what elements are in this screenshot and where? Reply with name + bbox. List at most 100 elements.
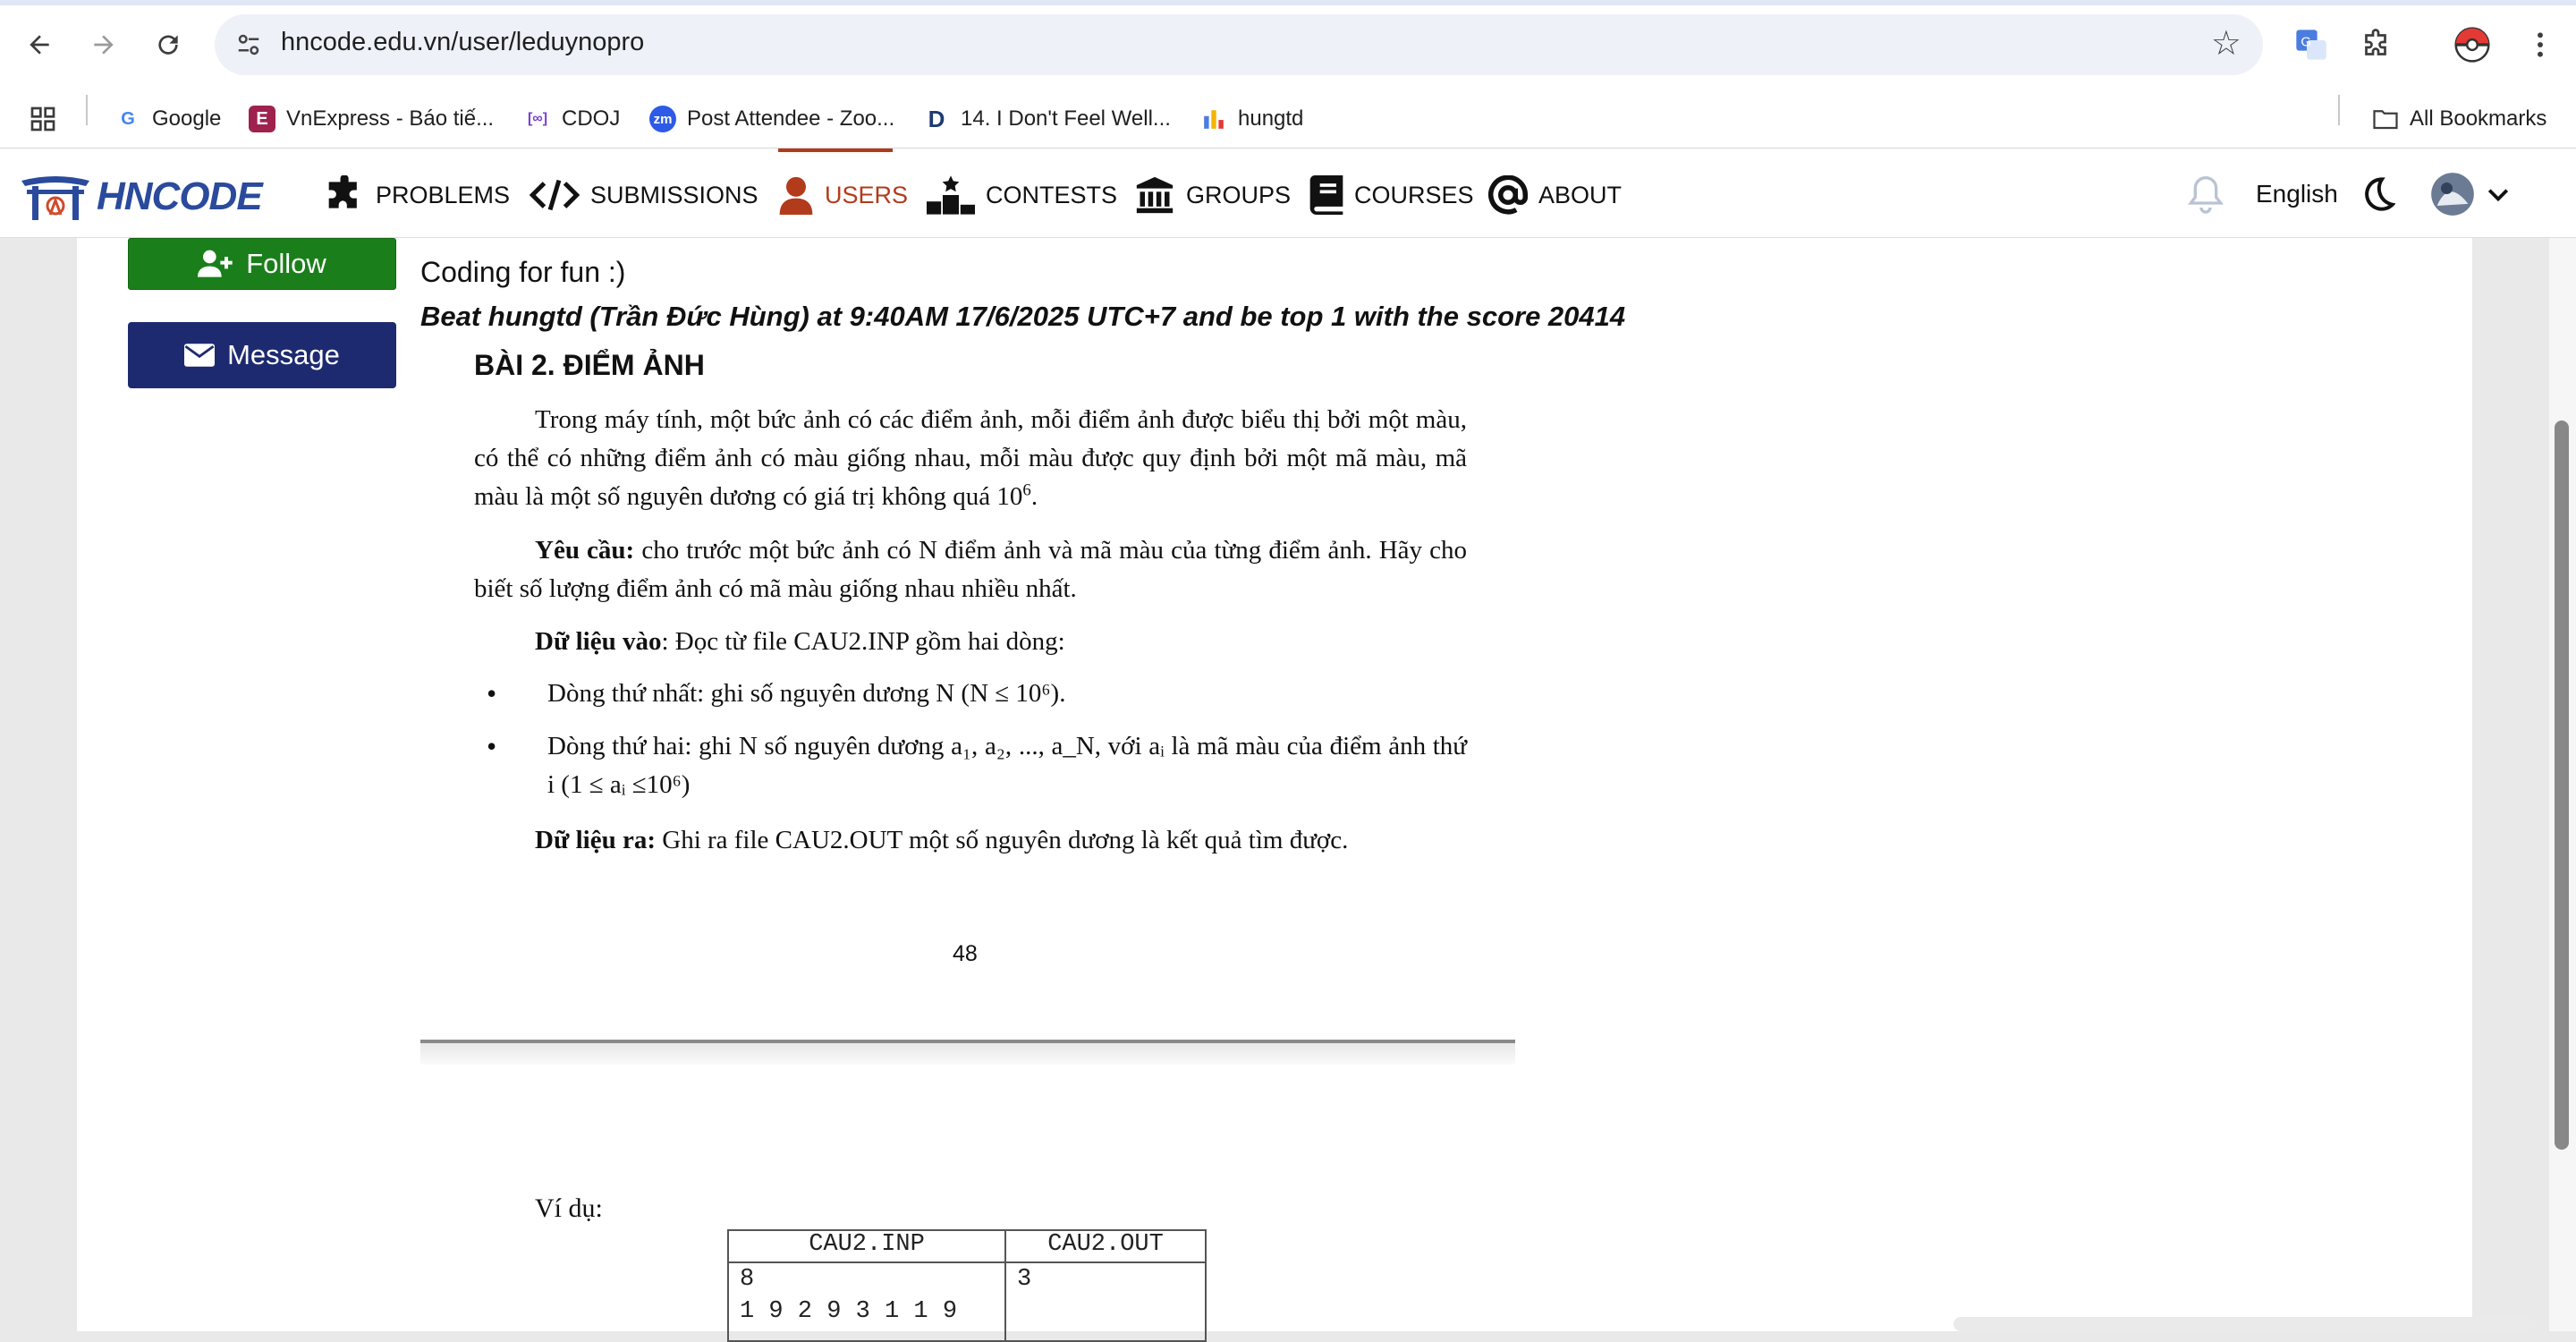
bookmark-label: 14. I Don't Feel Well... [961, 106, 1171, 131]
nav-groups[interactable]: GROUPS [1134, 175, 1291, 215]
bookmarks-divider [2338, 95, 2340, 125]
logo-text: HNCODE [97, 174, 263, 218]
input-format-item: Dòng thứ nhất: ghi số nguyên dương N (N … [474, 675, 1467, 713]
address-bar[interactable]: hncode.edu.vn/user/leduynopro ☆ [215, 14, 2263, 75]
bookmark-label: hungtd [1238, 106, 1304, 131]
bookmark-dmoj[interactable]: D 14. I Don't Feel Well... [923, 100, 1171, 138]
d-logo-icon: D [928, 105, 945, 132]
table-header-row: CAU2.INP CAU2.OUT [727, 1229, 1207, 1263]
nav-label: SUBMISSIONS [590, 181, 758, 208]
site-logo[interactable]: HNCODE [20, 174, 263, 220]
translate-extension-icon[interactable]: G [2286, 20, 2336, 70]
nav-problems[interactable]: PROBLEMS [326, 175, 510, 215]
institution-icon [1136, 176, 1174, 214]
moon-icon [2365, 177, 2395, 211]
active-tab-indicator [778, 149, 893, 152]
bookmark-label: Google [152, 106, 222, 131]
page-number: 48 [953, 941, 978, 966]
message-button[interactable]: Message [128, 322, 396, 388]
back-arrow-icon [30, 35, 49, 55]
site-navbar: HNCODE PROBLEMS SUBMISSIONS USERS CONTES… [0, 149, 2576, 238]
message-label: Message [227, 339, 340, 370]
site-info-icon[interactable] [231, 27, 267, 63]
output-label: Dữ liệu ra: [535, 826, 656, 854]
apps-grid-icon[interactable] [29, 100, 57, 138]
user-icon [779, 176, 813, 215]
forward-arrow-icon [94, 35, 114, 55]
follow-label: Follow [246, 248, 326, 279]
example-input-cell: 8 1 9 2 9 3 1 1 9 [727, 1261, 1006, 1342]
language-selector[interactable]: English [2256, 174, 2338, 215]
back-button[interactable] [14, 20, 64, 70]
problem-statement-image: BÀI 2. ĐIỂM ẢNH Trong máy tính, một bức … [420, 340, 1515, 1065]
problem-input-section: Dữ liệu vào: Đọc từ file CAU2.INP gồm ha… [474, 623, 1467, 661]
nav-users[interactable]: USERS [778, 175, 908, 215]
intro-text: Trong máy tính, một bức ảnh có các điểm … [474, 405, 1467, 511]
nav-label: PROBLEMS [376, 181, 511, 208]
nav-courses[interactable]: COURSES [1309, 175, 1474, 215]
bell-icon [2188, 175, 2224, 214]
bookmark-zoom[interactable]: zm Post Attendee - Zoo... [649, 100, 894, 138]
input-format-item: Dòng thứ hai: ghi N số nguyên dương a₁, … [474, 727, 1467, 804]
book-icon [1309, 175, 1343, 215]
bookmark-label: VnExpress - Báo tiế... [286, 106, 495, 131]
user-plus-icon [198, 250, 233, 277]
bookmark-star-icon[interactable]: ☆ [2211, 23, 2241, 64]
intro-end: . [1030, 482, 1038, 511]
forward-button[interactable] [79, 20, 129, 70]
nav-submissions[interactable]: SUBMISSIONS [530, 175, 758, 215]
problem-intro: Trong máy tính, một bức ảnh có các điểm … [474, 401, 1467, 516]
nav-label: GROUPS [1186, 181, 1292, 208]
bookmark-label: Post Attendee - Zoo... [687, 106, 895, 131]
scrollbar-thumb[interactable] [2555, 420, 2569, 1150]
window-accent [0, 0, 2576, 5]
svg-text:G: G [2301, 35, 2311, 50]
reload-button[interactable] [143, 20, 193, 70]
all-bookmarks[interactable]: All Bookmarks [2372, 100, 2546, 138]
browser-menu-icon[interactable] [2515, 20, 2565, 70]
profile-avatar-icon[interactable] [2447, 20, 2497, 70]
nav-label: COURSES [1354, 181, 1474, 208]
user-avatar [2431, 173, 2474, 216]
url-text[interactable]: hncode.edu.vn/user/leduynopro [281, 28, 644, 57]
code-icon [530, 179, 580, 211]
reload-icon [158, 35, 178, 55]
nav-label: USERS [825, 181, 909, 208]
output-text: Ghi ra file CAU2.OUT một số nguyên dương… [656, 826, 1349, 854]
folder-icon [2372, 106, 2399, 132]
input-text: : Đọc từ file CAU2.INP gồm hai dòng: [661, 627, 1065, 656]
user-bio-highlight: Beat hungtd (Trần Đức Hùng) at 9:40AM 17… [420, 301, 1626, 332]
example-label: Ví dụ: [535, 1193, 603, 1223]
notifications-button[interactable] [2188, 174, 2224, 215]
all-bookmarks-label: All Bookmarks [2410, 106, 2547, 131]
bookmark-cdoj[interactable]: [∞] CDOJ [524, 100, 620, 138]
bookmark-google[interactable]: G Google [114, 100, 221, 138]
envelope-icon [184, 344, 216, 367]
problem-output-section: Dữ liệu ra: Ghi ra file CAU2.OUT một số … [474, 821, 1467, 860]
input-format-list: Dòng thứ nhất: ghi số nguyên dương N (N … [474, 675, 1467, 804]
podium-icon [927, 175, 975, 215]
extensions-puzzle-icon[interactable] [2351, 20, 2401, 70]
example-table: CAU2.INP CAU2.OUT 8 1 9 2 9 3 1 1 9 3 [727, 1229, 1207, 1342]
bookmarks-bar: G Google E VnExpress - Báo tiế... [∞] CD… [0, 89, 2576, 149]
google-icon: G [121, 108, 135, 129]
zoom-icon: zm [649, 106, 676, 132]
page-separator-shadow [420, 1043, 1515, 1065]
nav-about[interactable]: ABOUT [1488, 175, 1622, 215]
bookmark-label: CDOJ [562, 106, 621, 131]
nav-label: ABOUT [1538, 181, 1623, 208]
dark-mode-toggle[interactable] [2360, 174, 2395, 215]
problem-requirement: Yêu cầu: cho trước một bức ảnh có N điểm… [474, 531, 1467, 608]
horizontal-scrollbar[interactable] [1953, 1317, 2535, 1331]
at-sign-icon [1488, 175, 1528, 215]
intro-superscript: 6 [1022, 480, 1031, 500]
user-menu[interactable] [2429, 173, 2512, 216]
nav-label: CONTESTS [986, 181, 1118, 208]
bookmark-hungtd[interactable]: hungtd [1200, 100, 1303, 138]
bookmark-vnexpress[interactable]: E VnExpress - Báo tiế... [249, 100, 494, 138]
puzzle-icon [328, 175, 357, 208]
user-bio: Coding for fun :) [420, 256, 626, 288]
follow-button[interactable]: Follow [128, 238, 396, 290]
nav-contests[interactable]: CONTESTS [927, 175, 1117, 215]
input-label: Dữ liệu vào [535, 627, 662, 656]
